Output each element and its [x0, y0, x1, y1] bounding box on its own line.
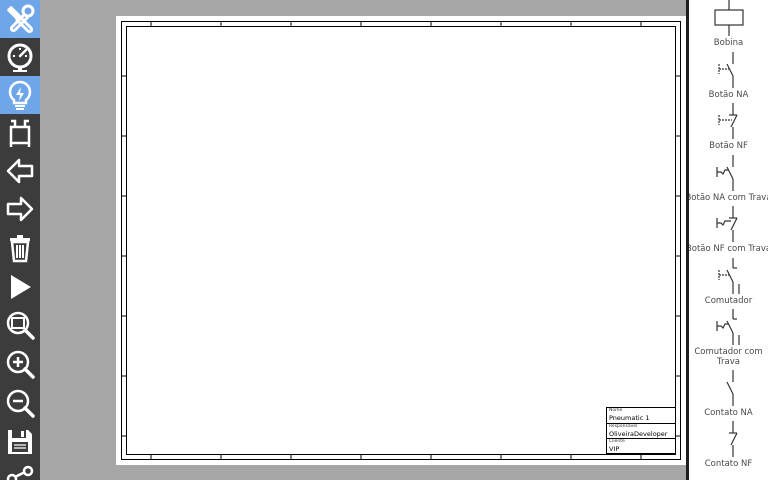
zoom-fit-icon — [6, 311, 35, 340]
zoom-in-button[interactable] — [0, 345, 40, 383]
coil-icon — [713, 0, 744, 36]
palette-item-botao-na-com-trava[interactable]: Botão NA com Trava — [689, 155, 768, 203]
trash-icon — [10, 235, 30, 263]
share-icon — [6, 465, 34, 480]
simulate-lightbulb-button[interactable] — [0, 76, 40, 114]
palette-item-label: Botão NF com Trava — [689, 244, 768, 254]
component-palette[interactable]: Bobina Botão NA Botão NF Botão NA com Tr… — [689, 0, 768, 480]
palette-item-botao-nf[interactable]: Botão NF — [689, 103, 768, 151]
palette-item-label: Botão NF — [709, 141, 748, 151]
palette-item-botao-na[interactable]: Botão NA — [689, 52, 768, 100]
redo-button[interactable] — [0, 190, 40, 228]
play-icon — [11, 275, 31, 299]
changeover-latch-icon — [715, 309, 740, 345]
pushbutton-no-latch-icon — [715, 155, 734, 191]
palette-item-label: Contato NF — [704, 459, 753, 469]
palette-item-label-line2: Trava — [717, 357, 740, 367]
drawing-sheet[interactable] — [116, 16, 726, 465]
save-icon — [8, 430, 32, 454]
palette-item-bobina[interactable]: Bobina — [689, 0, 768, 48]
client-label: Cliente — [609, 439, 625, 444]
undo-button[interactable] — [0, 152, 40, 190]
responsible-label: Responsável — [609, 423, 638, 429]
responsible-value: OliveiraDeveloper — [609, 429, 668, 438]
gauge-button[interactable] — [0, 38, 40, 76]
drawing-workspace[interactable]: Nome Pneumatic 1 Responsável OliveiraDev… — [40, 0, 726, 480]
palette-item-contato-na[interactable]: Contato NA — [689, 370, 768, 418]
palette-item-contato-nf[interactable]: Contato NF — [689, 421, 768, 469]
arrow-left-icon — [6, 158, 34, 184]
palette-item-label: Bobina — [713, 38, 744, 48]
tools-button[interactable] — [0, 0, 40, 38]
title-block-client-row: Cliente VIP — [607, 439, 675, 455]
palette-item-comutador-com-trava[interactable]: Comutador com Trava — [689, 309, 768, 367]
palette-item-comutador[interactable]: Comutador — [689, 258, 768, 306]
changeover-icon — [717, 258, 740, 294]
title-block: Nome Pneumatic 1 Responsável OliveiraDev… — [606, 407, 676, 454]
name-value: Pneumatic 1 — [609, 414, 650, 422]
lightbulb-icon — [8, 80, 32, 110]
palette-item-label: Comutador com — [694, 347, 763, 357]
contact-nc-icon — [728, 421, 738, 457]
pushbutton-nc-icon — [717, 103, 738, 139]
pushbutton-no-icon — [717, 52, 734, 88]
client-value: VIP — [609, 445, 620, 453]
connector-icon — [9, 119, 31, 147]
zoom-out-icon — [6, 389, 35, 418]
share-button[interactable] — [0, 461, 40, 480]
save-button[interactable] — [0, 423, 40, 461]
palette-item-label: Botão NA — [708, 90, 749, 100]
delete-button[interactable] — [0, 229, 40, 267]
zoom-in-icon — [6, 350, 35, 379]
gauge-icon — [7, 43, 33, 72]
arrow-right-icon — [6, 196, 34, 222]
zoom-out-button[interactable] — [0, 384, 40, 422]
name-label: Nome — [609, 408, 623, 413]
palette-item-label: Botão NA com Trava — [689, 193, 768, 203]
play-button[interactable] — [0, 268, 40, 306]
title-block-name-row: Nome Pneumatic 1 — [607, 408, 675, 424]
palette-item-label: Comutador — [704, 296, 753, 306]
zoom-fit-button[interactable] — [0, 306, 40, 344]
left-toolbar — [0, 0, 40, 480]
palette-item-botao-nf-com-trava[interactable]: Botão NF com Trava — [689, 206, 768, 254]
sheet-frame — [121, 21, 681, 460]
pushbutton-nc-latch-icon — [715, 206, 738, 242]
app-window: Nome Pneumatic 1 Responsável OliveiraDev… — [0, 0, 768, 480]
tools-icon — [7, 4, 35, 34]
title-block-responsible-row: Responsável OliveiraDeveloper — [607, 423, 675, 439]
contact-no-icon — [725, 370, 734, 406]
palette-item-label: Contato NA — [704, 408, 753, 418]
connector-button[interactable] — [0, 114, 40, 152]
